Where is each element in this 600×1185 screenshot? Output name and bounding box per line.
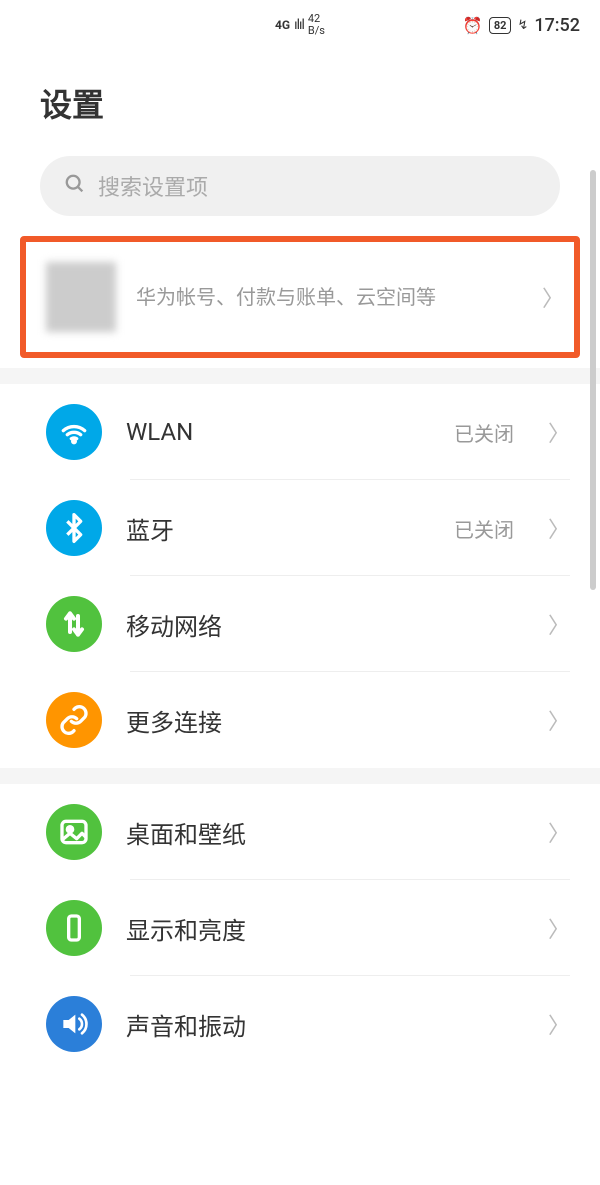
bluetooth-icon (46, 500, 102, 556)
setting-value: 已关闭 (454, 514, 514, 543)
mobile-data-icon (46, 596, 102, 652)
setting-value: 已关闭 (454, 418, 514, 447)
status-right: ⏰ 82 ↯ 17:52 (393, 15, 580, 36)
chevron-right-icon: 〉 (548, 416, 570, 448)
setting-more-connections[interactable]: 更多连接 〉 (0, 672, 600, 768)
display-icon (46, 900, 102, 956)
chevron-right-icon: 〉 (548, 912, 570, 944)
chevron-right-icon: 〉 (548, 704, 570, 736)
status-bar: 4G ılıl 42B/s ⏰ 82 ↯ 17:52 (0, 0, 600, 50)
wallpaper-icon (46, 804, 102, 860)
search-input[interactable]: 搜索设置项 (40, 156, 560, 216)
alarm-icon: ⏰ (463, 16, 483, 35)
page-title: 设置 (40, 80, 560, 126)
setting-wallpaper[interactable]: 桌面和壁纸 〉 (0, 784, 600, 880)
setting-label: 显示和亮度 (126, 911, 524, 946)
section-divider (0, 768, 600, 784)
setting-label: WLAN (126, 418, 430, 446)
setting-sound[interactable]: 声音和振动 〉 (0, 976, 600, 1072)
section-divider (0, 368, 600, 384)
setting-label: 桌面和壁纸 (126, 815, 524, 850)
setting-bluetooth[interactable]: 蓝牙 已关闭 〉 (0, 480, 600, 576)
chevron-right-icon: 〉 (548, 816, 570, 848)
sound-icon (46, 996, 102, 1052)
account-row[interactable]: 华为帐号、付款与账单、云空间等 〉 (20, 236, 580, 358)
settings-group-connectivity: WLAN 已关闭 〉 蓝牙 已关闭 〉 移动网络 〉 更多连 (0, 384, 600, 768)
chevron-right-icon: 〉 (542, 281, 564, 313)
search-icon (64, 173, 86, 200)
chevron-right-icon: 〉 (548, 512, 570, 544)
account-subtitle: 华为帐号、付款与账单、云空间等 (136, 282, 522, 312)
setting-mobile-network[interactable]: 移动网络 〉 (0, 576, 600, 672)
setting-label: 更多连接 (126, 703, 524, 738)
scrollbar[interactable] (590, 170, 596, 590)
setting-display[interactable]: 显示和亮度 〉 (0, 880, 600, 976)
status-center: 4G ılıl 42B/s (207, 13, 394, 37)
setting-label: 声音和振动 (126, 1007, 524, 1042)
search-placeholder: 搜索设置项 (98, 170, 208, 202)
clock-time: 17:52 (534, 15, 580, 36)
signal-bars-icon: ılıl (294, 17, 304, 33)
settings-group-display: 桌面和壁纸 〉 显示和亮度 〉 声音和振动 〉 (0, 784, 600, 1072)
link-icon (46, 692, 102, 748)
charging-icon: ↯ (517, 18, 528, 33)
signal-type: 4G (275, 18, 290, 32)
setting-label: 移动网络 (126, 607, 524, 642)
network-speed: 42B/s (308, 13, 325, 37)
chevron-right-icon: 〉 (548, 608, 570, 640)
page-header: 设置 (0, 50, 600, 146)
chevron-right-icon: 〉 (548, 1008, 570, 1040)
setting-wlan[interactable]: WLAN 已关闭 〉 (0, 384, 600, 480)
avatar (46, 262, 116, 332)
battery-indicator: 82 (489, 17, 512, 34)
wifi-icon (46, 404, 102, 460)
setting-label: 蓝牙 (126, 511, 430, 546)
